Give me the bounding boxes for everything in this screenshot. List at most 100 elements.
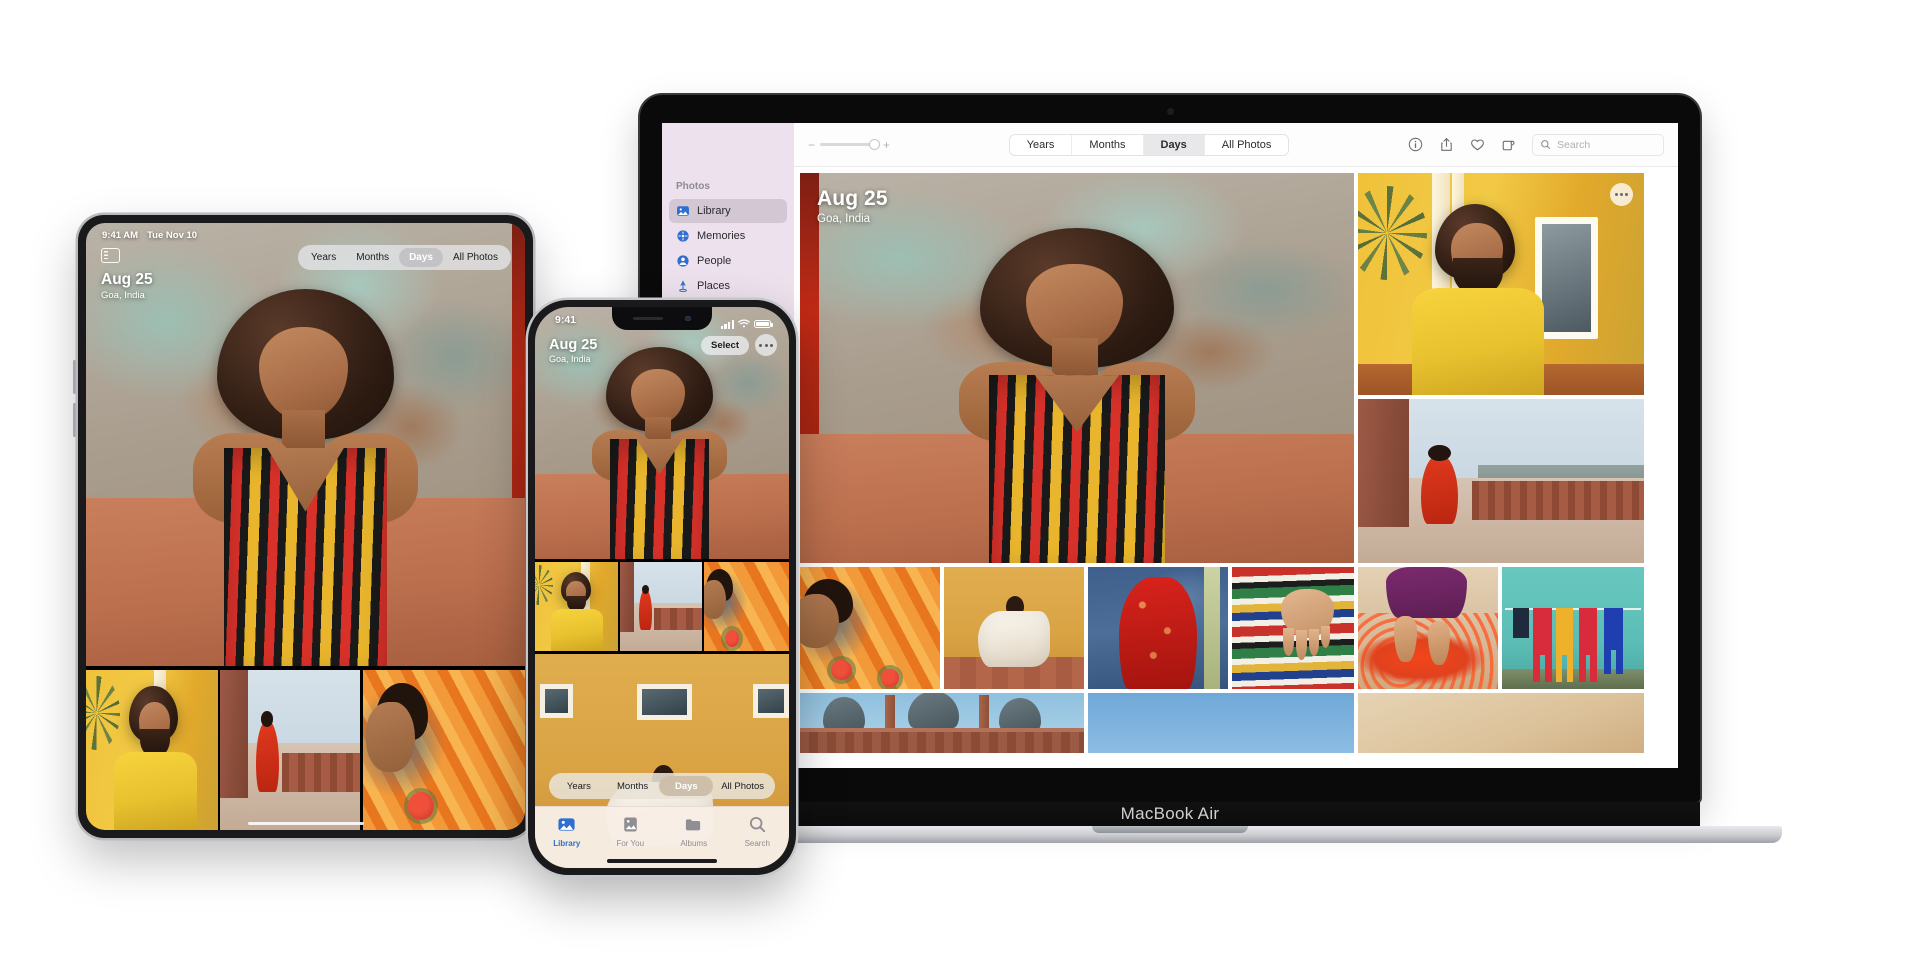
photo-tile-mosque[interactable] [800,693,1084,753]
wall-red-stripe [800,173,819,563]
sidebar-toggle-icon[interactable] [101,248,120,263]
photo-tile-yellow-man[interactable] [86,669,218,830]
macbook-model-label: MacBook Air [1120,804,1220,823]
ipad-status-date: Tue Nov 10 [147,230,198,241]
iphone-status-indicators [720,315,773,333]
segment-days[interactable]: Days [399,248,443,267]
iphone-screen: 9:41 Aug 25 Goa, India Select Years Mont… [535,307,789,868]
photo-tile-yellow-man[interactable] [1358,173,1644,395]
tab-label: Search [744,839,770,848]
segment-years[interactable]: Years [301,248,346,267]
tab-search[interactable]: Search [726,815,790,848]
segment-all-photos[interactable]: All Photos [713,776,772,796]
tab-library[interactable]: Library [535,815,599,848]
mac-toolbar-icons: Search [1408,133,1664,156]
zoom-slider-track[interactable] [820,139,881,150]
segment-days[interactable]: Days [1143,134,1205,155]
for-you-icon [621,815,640,836]
info-icon[interactable] [1408,137,1423,152]
macbook-chin: MacBook Air [640,802,1700,826]
segment-all-photos[interactable]: All Photos [1205,135,1289,155]
overlay-location: Goa, India [817,213,871,225]
photo-tile-hero[interactable]: Aug 25 Goa, India [800,173,1354,563]
photo-tile-striped-hand[interactable] [1232,567,1354,689]
iphone-speaker [633,316,664,321]
mac-photos-main: − + Years Months Days All Photos Search … [794,123,1678,768]
ipad-date-overlay: Aug 25 Goa, India [101,271,153,301]
photo-tile-laundry[interactable] [1502,567,1644,689]
segment-days[interactable]: Days [659,776,714,796]
screenshot-stage: Photos Library Memories People Places − … [0,0,1920,961]
photo-more-button[interactable] [1610,183,1633,206]
sidebar-item-library[interactable]: Library [669,199,787,223]
segment-all-photos[interactable]: All Photos [443,248,508,267]
macbook-lid-notch [1092,826,1248,833]
ipad-frame: 9:41 AM Tue Nov 10 Years Months Days All… [78,215,533,838]
ipad-volume-up-button[interactable] [73,360,76,394]
photo-tile-bandhani[interactable] [1088,567,1228,689]
photo-tile-yellow-man[interactable] [535,561,618,652]
sidebar-item-places[interactable]: Places [669,274,787,298]
zoom-slider[interactable]: − + [808,138,890,152]
mac-toolbar: − + Years Months Days All Photos Search [794,123,1678,167]
ipad-photo-grid [86,223,525,830]
tab-albums[interactable]: Albums [662,815,726,848]
zoom-in-label[interactable]: + [883,138,890,152]
photo-tile-red-sari[interactable] [1358,399,1644,563]
macbook-air-device: Photos Library Memories People Places − … [558,95,1782,843]
tab-label: For You [616,839,645,848]
sidebar-item-people[interactable]: People [669,249,787,273]
hero-lower-wall [800,434,1354,563]
share-icon[interactable] [1439,137,1454,152]
overlay-location: Goa, India [549,354,591,364]
iphone-frame: 9:41 Aug 25 Goa, India Select Years Mont… [528,300,796,875]
photo-tile-orange-scarf[interactable] [800,567,940,689]
hero-subject [591,347,728,560]
iphone-notch [612,307,712,330]
mac-photo-grid: Aug 25 Goa, India [794,167,1678,768]
photos-library-icon [676,204,690,218]
people-person-icon [676,254,690,268]
zoom-out-label[interactable]: − [808,138,815,152]
segment-months[interactable]: Months [346,248,399,267]
ipad-volume-down-button[interactable] [73,403,76,437]
ipad-home-indicator [247,821,364,825]
segment-years[interactable]: Years [552,776,606,796]
heart-icon[interactable] [1470,137,1485,152]
mac-date-overlay: Aug 25 Goa, India [817,187,888,225]
iphone-home-indicator [607,859,717,863]
iphone-timeline-segmented-control[interactable]: Years Months Days All Photos [549,773,775,799]
signal-bars-icon [720,319,734,329]
photo-tile-orange-scarf[interactable] [704,561,789,652]
mac-search-field[interactable]: Search [1531,133,1664,156]
sidebar-item-label: People [697,255,732,267]
overlay-date: Aug 25 [817,187,888,210]
hero-subject [959,227,1195,563]
library-icon [557,815,576,836]
ipad-status-time: 9:41 AM [102,230,139,241]
more-options-button[interactable] [755,334,777,356]
photo-tile-white-sari[interactable] [944,567,1084,689]
sidebar-item-label: Places [697,280,731,292]
photo-tile-orange-scarf[interactable] [362,669,525,830]
segment-months[interactable]: Months [606,776,660,796]
photo-tile-powder-feet[interactable] [1358,567,1498,689]
photo-tile-red-sari[interactable] [619,561,703,652]
tab-label: Library [553,839,581,848]
segment-months[interactable]: Months [1072,134,1144,155]
tab-for-you[interactable]: For You [599,815,663,848]
mac-search-placeholder: Search [1556,138,1591,151]
mac-timeline-segmented-control[interactable]: Years Months Days All Photos [1008,133,1290,156]
ipad-status-bar: 9:41 AM Tue Nov 10 [102,230,197,241]
segment-years[interactable]: Years [1010,134,1073,155]
sidebar-item-memories[interactable]: Memories [669,224,787,248]
select-button[interactable]: Select [701,335,749,355]
photo-tile-sky[interactable] [1088,693,1354,753]
ipad-timeline-segmented-control[interactable]: Years Months Days All Photos [298,245,511,270]
photo-tile-sand[interactable] [1358,693,1644,753]
sidebar-item-label: Library [697,205,731,217]
zoom-slider-knob[interactable] [869,139,881,150]
macbook-camera-icon [1166,108,1174,115]
rotate-icon[interactable] [1501,137,1516,152]
photo-tile-red-sari[interactable] [219,669,361,830]
